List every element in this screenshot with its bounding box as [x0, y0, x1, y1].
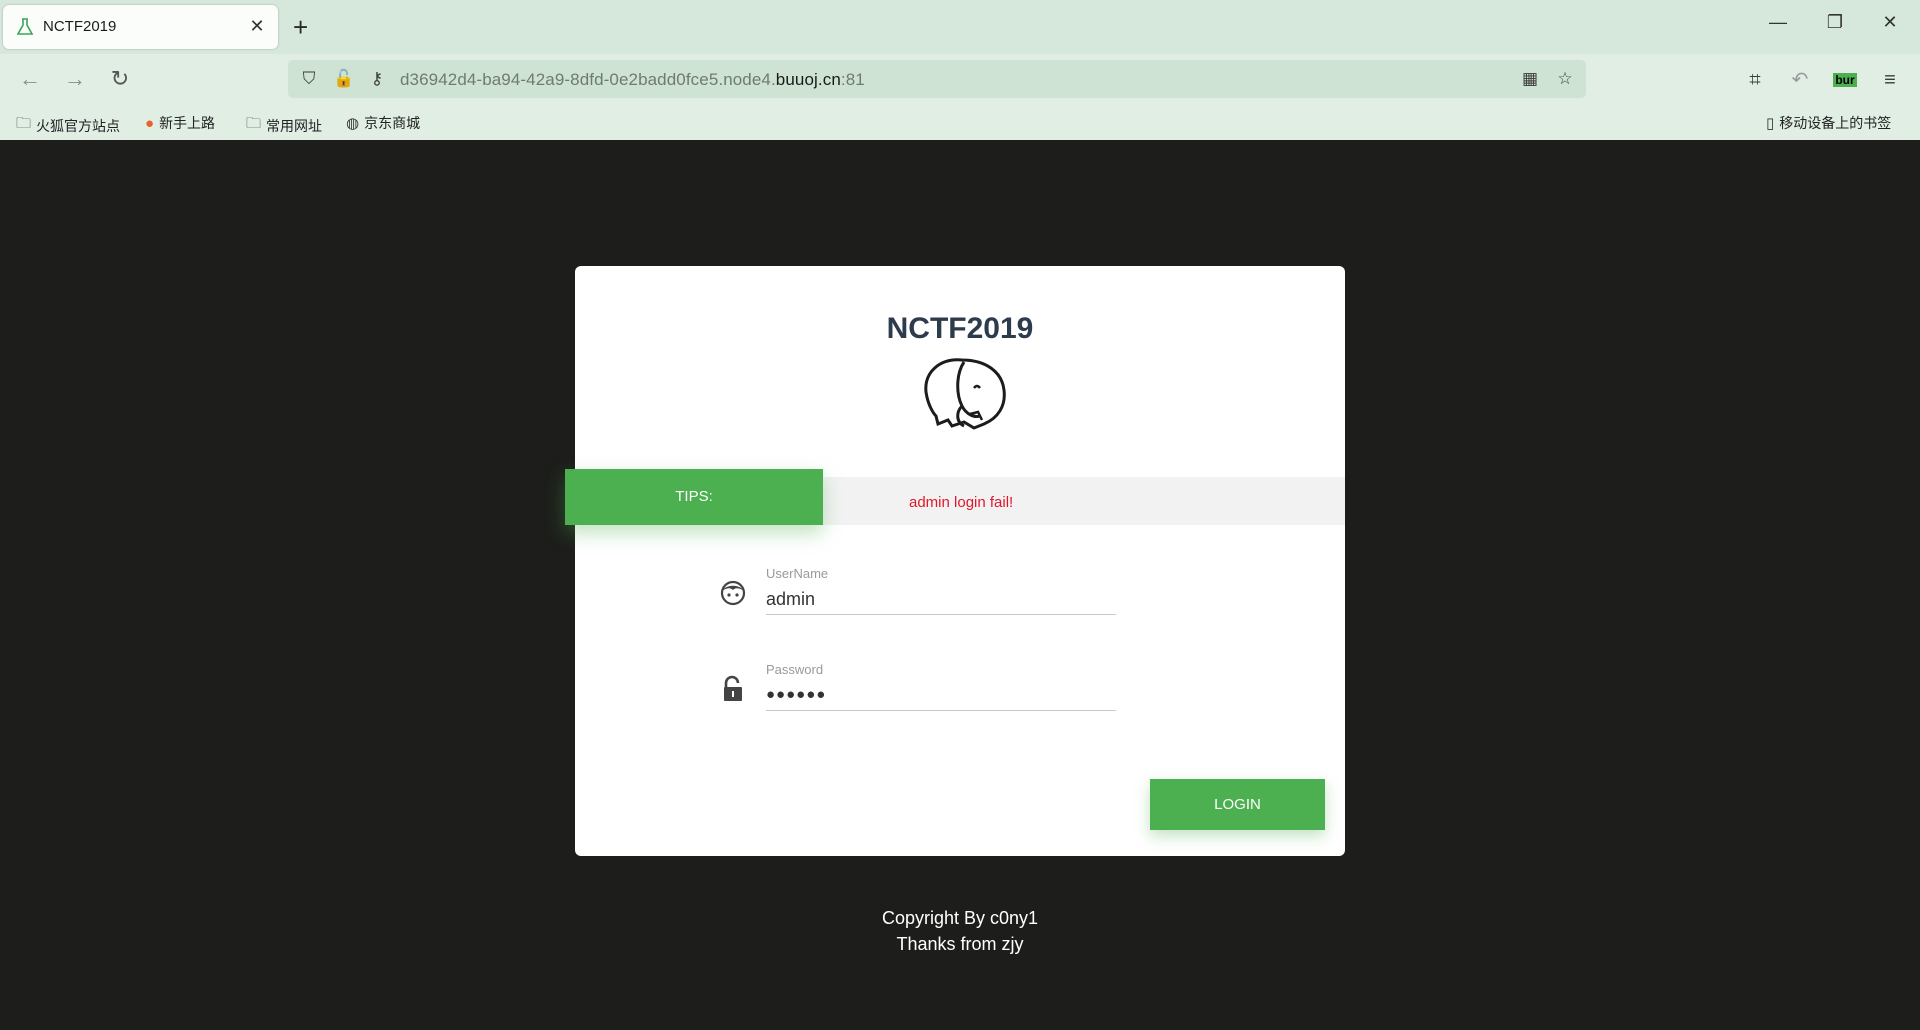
page-content: NCTF2019 TIPS: admin login fail! UserNam…	[0, 140, 1920, 1030]
forward-icon[interactable]: →	[60, 64, 90, 94]
key-icon[interactable]: ⚷	[366, 68, 388, 90]
globe-icon: ◍	[346, 115, 360, 132]
flask-icon	[16, 18, 34, 35]
star-icon[interactable]: ☆	[1554, 68, 1576, 90]
username-input[interactable]	[766, 584, 1116, 615]
tab-title: NCTF2019	[43, 18, 117, 35]
reload-icon[interactable]: ↻	[105, 64, 135, 94]
tips-message: admin login fail!	[909, 494, 1014, 511]
menu-icon[interactable]: ≡	[1876, 66, 1904, 94]
bookmarks-bar: 🗀 火狐官方站点 ● 新手上路 🗀 常用网址 ◍ 京东商城 ▯ 移动设备上的书签	[0, 108, 1920, 136]
footer-thanks: Thanks from zjy	[896, 934, 1024, 954]
mobile-icon: ▯	[1766, 115, 1775, 132]
tips-label: TIPS:	[565, 469, 823, 525]
burp-extension-icon[interactable]: bur	[1831, 66, 1859, 94]
tab-bar: NCTF2019 ✕ + — ❐ ✕	[0, 0, 1920, 54]
insecure-lock-icon[interactable]: 🔓	[333, 68, 355, 90]
mobile-bookmarks[interactable]: ▯ 移动设备上的书签	[1766, 113, 1891, 133]
bookmark-item[interactable]: ◍ 京东商城	[346, 113, 420, 133]
close-window-icon[interactable]: ✕	[1875, 12, 1905, 33]
undo-icon[interactable]: ↶	[1786, 66, 1814, 94]
nav-bar: ← → ↻ ⛉ 🔓 ⚷ d36942d4-ba94-42a9-8dfd-0e2b…	[0, 54, 1920, 104]
username-label: UserName	[766, 566, 829, 581]
elephant-logo	[924, 358, 1006, 430]
new-tab-icon[interactable]: +	[293, 14, 308, 40]
minimize-icon[interactable]: —	[1763, 12, 1793, 33]
bookmark-item[interactable]: ● 新手上路	[145, 113, 215, 133]
close-tab-icon[interactable]: ✕	[246, 15, 268, 37]
folder-icon: 🗀	[246, 115, 262, 132]
password-label: Password	[766, 662, 824, 677]
password-input[interactable]: ●●●●●●	[766, 680, 1116, 711]
browser-chrome: NCTF2019 ✕ + — ❐ ✕ ← → ↻ ⛉ 🔓 ⚷ d36942d4-…	[0, 0, 1920, 140]
login-card: NCTF2019 TIPS: admin login fail! UserNam…	[565, 266, 1345, 856]
firefox-icon: ●	[145, 114, 155, 132]
bookmark-item[interactable]: 🗀 火狐官方站点	[16, 113, 120, 138]
url-text[interactable]: d36942d4-ba94-42a9-8dfd-0e2badd0fce5.nod…	[400, 70, 865, 90]
url-bar[interactable]: ⛉ 🔓 ⚷ d36942d4-ba94-42a9-8dfd-0e2badd0fc…	[288, 60, 1586, 98]
qrcode-icon[interactable]: ▦	[1519, 68, 1541, 90]
bookmark-item[interactable]: 🗀 常用网址	[246, 113, 322, 138]
restore-icon[interactable]: ❐	[1820, 12, 1850, 33]
shield-icon[interactable]: ⛉	[298, 68, 320, 90]
login-button[interactable]: LOGIN	[1150, 779, 1325, 830]
page-title: NCTF2019	[886, 312, 1034, 345]
back-icon[interactable]: ←	[15, 64, 45, 94]
tab-active[interactable]: NCTF2019 ✕	[3, 5, 278, 49]
folder-icon: 🗀	[16, 115, 32, 132]
user-face-icon	[720, 580, 746, 606]
footer-copyright: Copyright By c0ny1	[881, 908, 1039, 928]
unlock-icon	[724, 675, 742, 701]
crop-icon[interactable]: ⌗	[1741, 66, 1769, 94]
